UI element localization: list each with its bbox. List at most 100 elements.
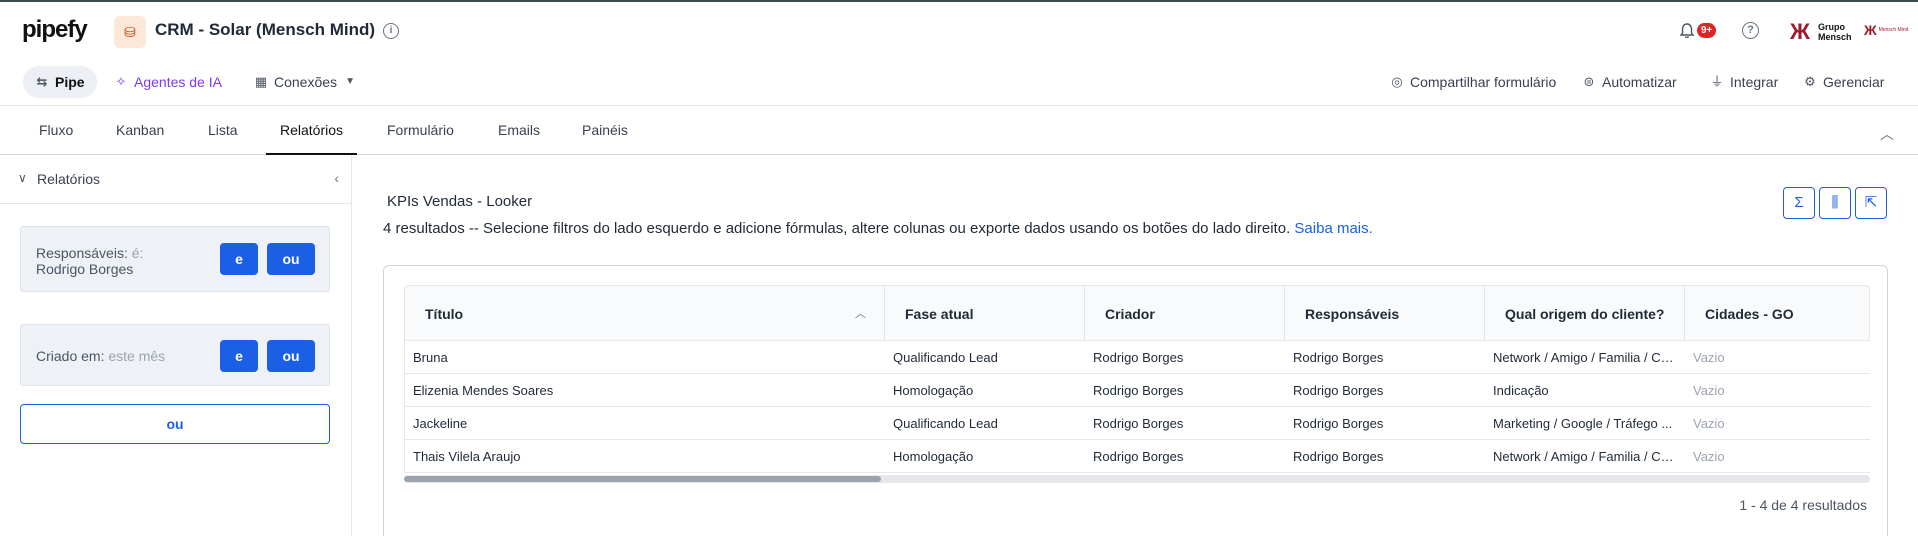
cell-responsaveis: Rodrigo Borges (1293, 449, 1384, 464)
pipefy-logo[interactable]: pipefy (22, 16, 88, 44)
cell-cidades: Vazio (1693, 449, 1725, 464)
filter-operator: este mês (108, 348, 166, 364)
share-form-label: Compartilhar formulário (1410, 74, 1557, 90)
sidebar-title: Relatórios (37, 171, 101, 187)
table-row[interactable]: Bruna Qualificando Lead Rodrigo Borges R… (404, 341, 1870, 374)
conexoes-dropdown[interactable]: ▦ Conexões ▼ (242, 66, 369, 98)
automate-button[interactable]: ⊜ Automatizar (1582, 66, 1677, 98)
cell-titulo[interactable]: Elizenia Mendes Soares (405, 374, 875, 407)
filter-card-criado-em[interactable]: Criado em: este mês e ou (20, 324, 330, 386)
cell-cidades: Vazio (1693, 416, 1725, 431)
sparkle-icon: ✧ (115, 74, 127, 89)
manage-label: Gerenciar (1823, 74, 1885, 90)
table-icon: ▦ (254, 74, 268, 89)
cell-origem: Network / Amigo / Familia / Co... (1493, 350, 1677, 365)
filter-card-responsaveis[interactable]: Responsáveis: é: Rodrigo Borges e ou (20, 226, 330, 292)
column-header-fase[interactable]: Fase atual (885, 286, 1085, 342)
tab-emails[interactable]: Emails (484, 106, 554, 155)
view-tabs: Fluxo Kanban Lista Relatórios Formulário… (0, 106, 1918, 155)
bell-icon[interactable] (1678, 22, 1696, 40)
top-bar: pipefy ⛁ CRM - Solar (Mensch Mind) i 9+ … (0, 0, 1918, 60)
pipe-button[interactable]: ⇆ Pipe (23, 66, 97, 98)
column-header-responsaveis[interactable]: Responsáveis (1285, 286, 1485, 342)
swap-icon: ⇆ (36, 74, 48, 89)
chevron-up-icon[interactable]: ︿ (1880, 124, 1894, 144)
cell-responsaveis: Rodrigo Borges (1293, 350, 1384, 365)
pipe-title[interactable]: CRM - Solar (Mensch Mind) (155, 20, 375, 40)
and-button[interactable]: e (220, 340, 258, 372)
cell-titulo[interactable]: Bruna (405, 341, 875, 374)
table-row[interactable]: Thais Vilela Araujo Homologação Rodrigo … (404, 440, 1870, 473)
filter-label: Criado em: (36, 348, 105, 364)
integrate-label: Integrar (1730, 74, 1779, 90)
filter-label: Responsáveis: (36, 245, 128, 261)
sidebar-header[interactable]: ∨ Relatórios ‹ (0, 156, 351, 204)
brand2-mark-icon: Ж (1864, 22, 1877, 38)
tab-formulario[interactable]: Formulário (373, 106, 468, 155)
report-title: KPIs Vendas - Looker (387, 193, 533, 210)
cell-criador: Rodrigo Borges (1093, 416, 1184, 431)
report-table: Título ︿ Fase atual Criador Responsáveis… (404, 285, 1870, 473)
report-description: 4 resultados -- Selecione filtros do lad… (383, 220, 1373, 237)
cell-criador: Rodrigo Borges (1093, 350, 1184, 365)
filter-value: Rodrigo Borges (36, 261, 134, 277)
brand-logo: Ж Grupo Mensch (1790, 20, 1852, 44)
sort-up-icon[interactable]: ︿ (855, 286, 866, 342)
table-header: Título ︿ Fase atual Criador Responsáveis… (404, 285, 1870, 342)
scrollbar-thumb[interactable] (404, 476, 881, 482)
columns-icon[interactable]: ⫼ (1819, 187, 1851, 219)
learn-more-link[interactable]: Saiba mais. (1294, 220, 1372, 237)
cell-fase: Qualificando Lead (893, 416, 998, 431)
pipe-icon: ⛁ (114, 16, 146, 48)
chevron-left-icon[interactable]: ‹ (334, 170, 339, 186)
table-row[interactable]: Elizenia Mendes Soares Homologação Rodri… (404, 374, 1870, 407)
cell-responsaveis: Rodrigo Borges (1293, 416, 1384, 431)
column-header-origem[interactable]: Qual origem do cliente? (1485, 286, 1685, 342)
secondary-bar: ⇆ Pipe ✧ Agentes de IA ▦ Conexões ▼ ◎ Co… (0, 60, 1918, 106)
ia-agents-button[interactable]: ✧ Agentes de IA (102, 66, 234, 98)
filter-text: Responsáveis: é: Rodrigo Borges (36, 245, 196, 277)
add-or-group-button[interactable]: ou (20, 404, 330, 444)
cell-responsaveis: Rodrigo Borges (1293, 383, 1384, 398)
or-button[interactable]: ou (267, 243, 315, 275)
brand-line1: Grupo (1818, 22, 1845, 32)
cell-cidades: Vazio (1693, 383, 1725, 398)
chevron-down-icon[interactable]: ∨ (18, 171, 27, 185)
column-header-cidades[interactable]: Cidades - GO (1685, 286, 1870, 342)
help-icon[interactable]: ? (1742, 22, 1759, 39)
brand2-text: Mensch Mind (1878, 27, 1909, 33)
notification-badge: 9+ (1697, 23, 1717, 38)
tab-relatorios[interactable]: Relatórios (266, 106, 358, 155)
brand-text: Grupo Mensch (1818, 22, 1852, 42)
globe-icon: ◎ (1391, 74, 1403, 89)
cell-origem: Marketing / Google / Tráfego ... (1493, 416, 1673, 431)
manage-button[interactable]: ⚙ Gerenciar (1803, 66, 1884, 98)
cell-origem: Network / Amigo / Familia / Co... (1493, 449, 1677, 464)
integrate-button[interactable]: ⏚ Integrar (1710, 66, 1778, 98)
cell-titulo[interactable]: Jackeline (405, 407, 875, 440)
brand2-logo: Ж Mensch Mind (1864, 22, 1908, 38)
tab-kanban[interactable]: Kanban (102, 106, 178, 155)
column-header-label: Título (425, 306, 464, 322)
column-header-titulo[interactable]: Título ︿ (405, 286, 885, 342)
cell-fase: Homologação (893, 449, 974, 464)
or-button[interactable]: ou (267, 340, 315, 372)
share-form-button[interactable]: ◎ Compartilhar formulário (1390, 66, 1556, 98)
external-link-icon[interactable]: ⇱ (1855, 187, 1887, 219)
cell-origem: Indicação (1493, 383, 1549, 398)
plug-icon: ⏚ (1710, 74, 1724, 89)
pagination-summary: 1 - 4 de 4 resultados (1739, 497, 1867, 513)
table-row[interactable]: Jackeline Qualificando Lead Rodrigo Borg… (404, 407, 1870, 440)
and-button[interactable]: e (220, 243, 258, 275)
column-header-criador[interactable]: Criador (1085, 286, 1285, 342)
horizontal-scrollbar[interactable] (404, 475, 1870, 483)
sigma-icon[interactable]: Σ (1783, 187, 1815, 219)
reports-sidebar: ∨ Relatórios ‹ Responsáveis: é: Rodrigo … (0, 156, 352, 536)
cell-titulo[interactable]: Thais Vilela Araujo (405, 440, 875, 473)
tab-paineis[interactable]: Painéis (568, 106, 642, 155)
info-icon[interactable]: i (383, 23, 399, 39)
tab-lista[interactable]: Lista (194, 106, 252, 155)
cell-criador: Rodrigo Borges (1093, 383, 1184, 398)
tab-fluxo[interactable]: Fluxo (25, 106, 87, 155)
pipe-button-label: Pipe (55, 74, 85, 90)
